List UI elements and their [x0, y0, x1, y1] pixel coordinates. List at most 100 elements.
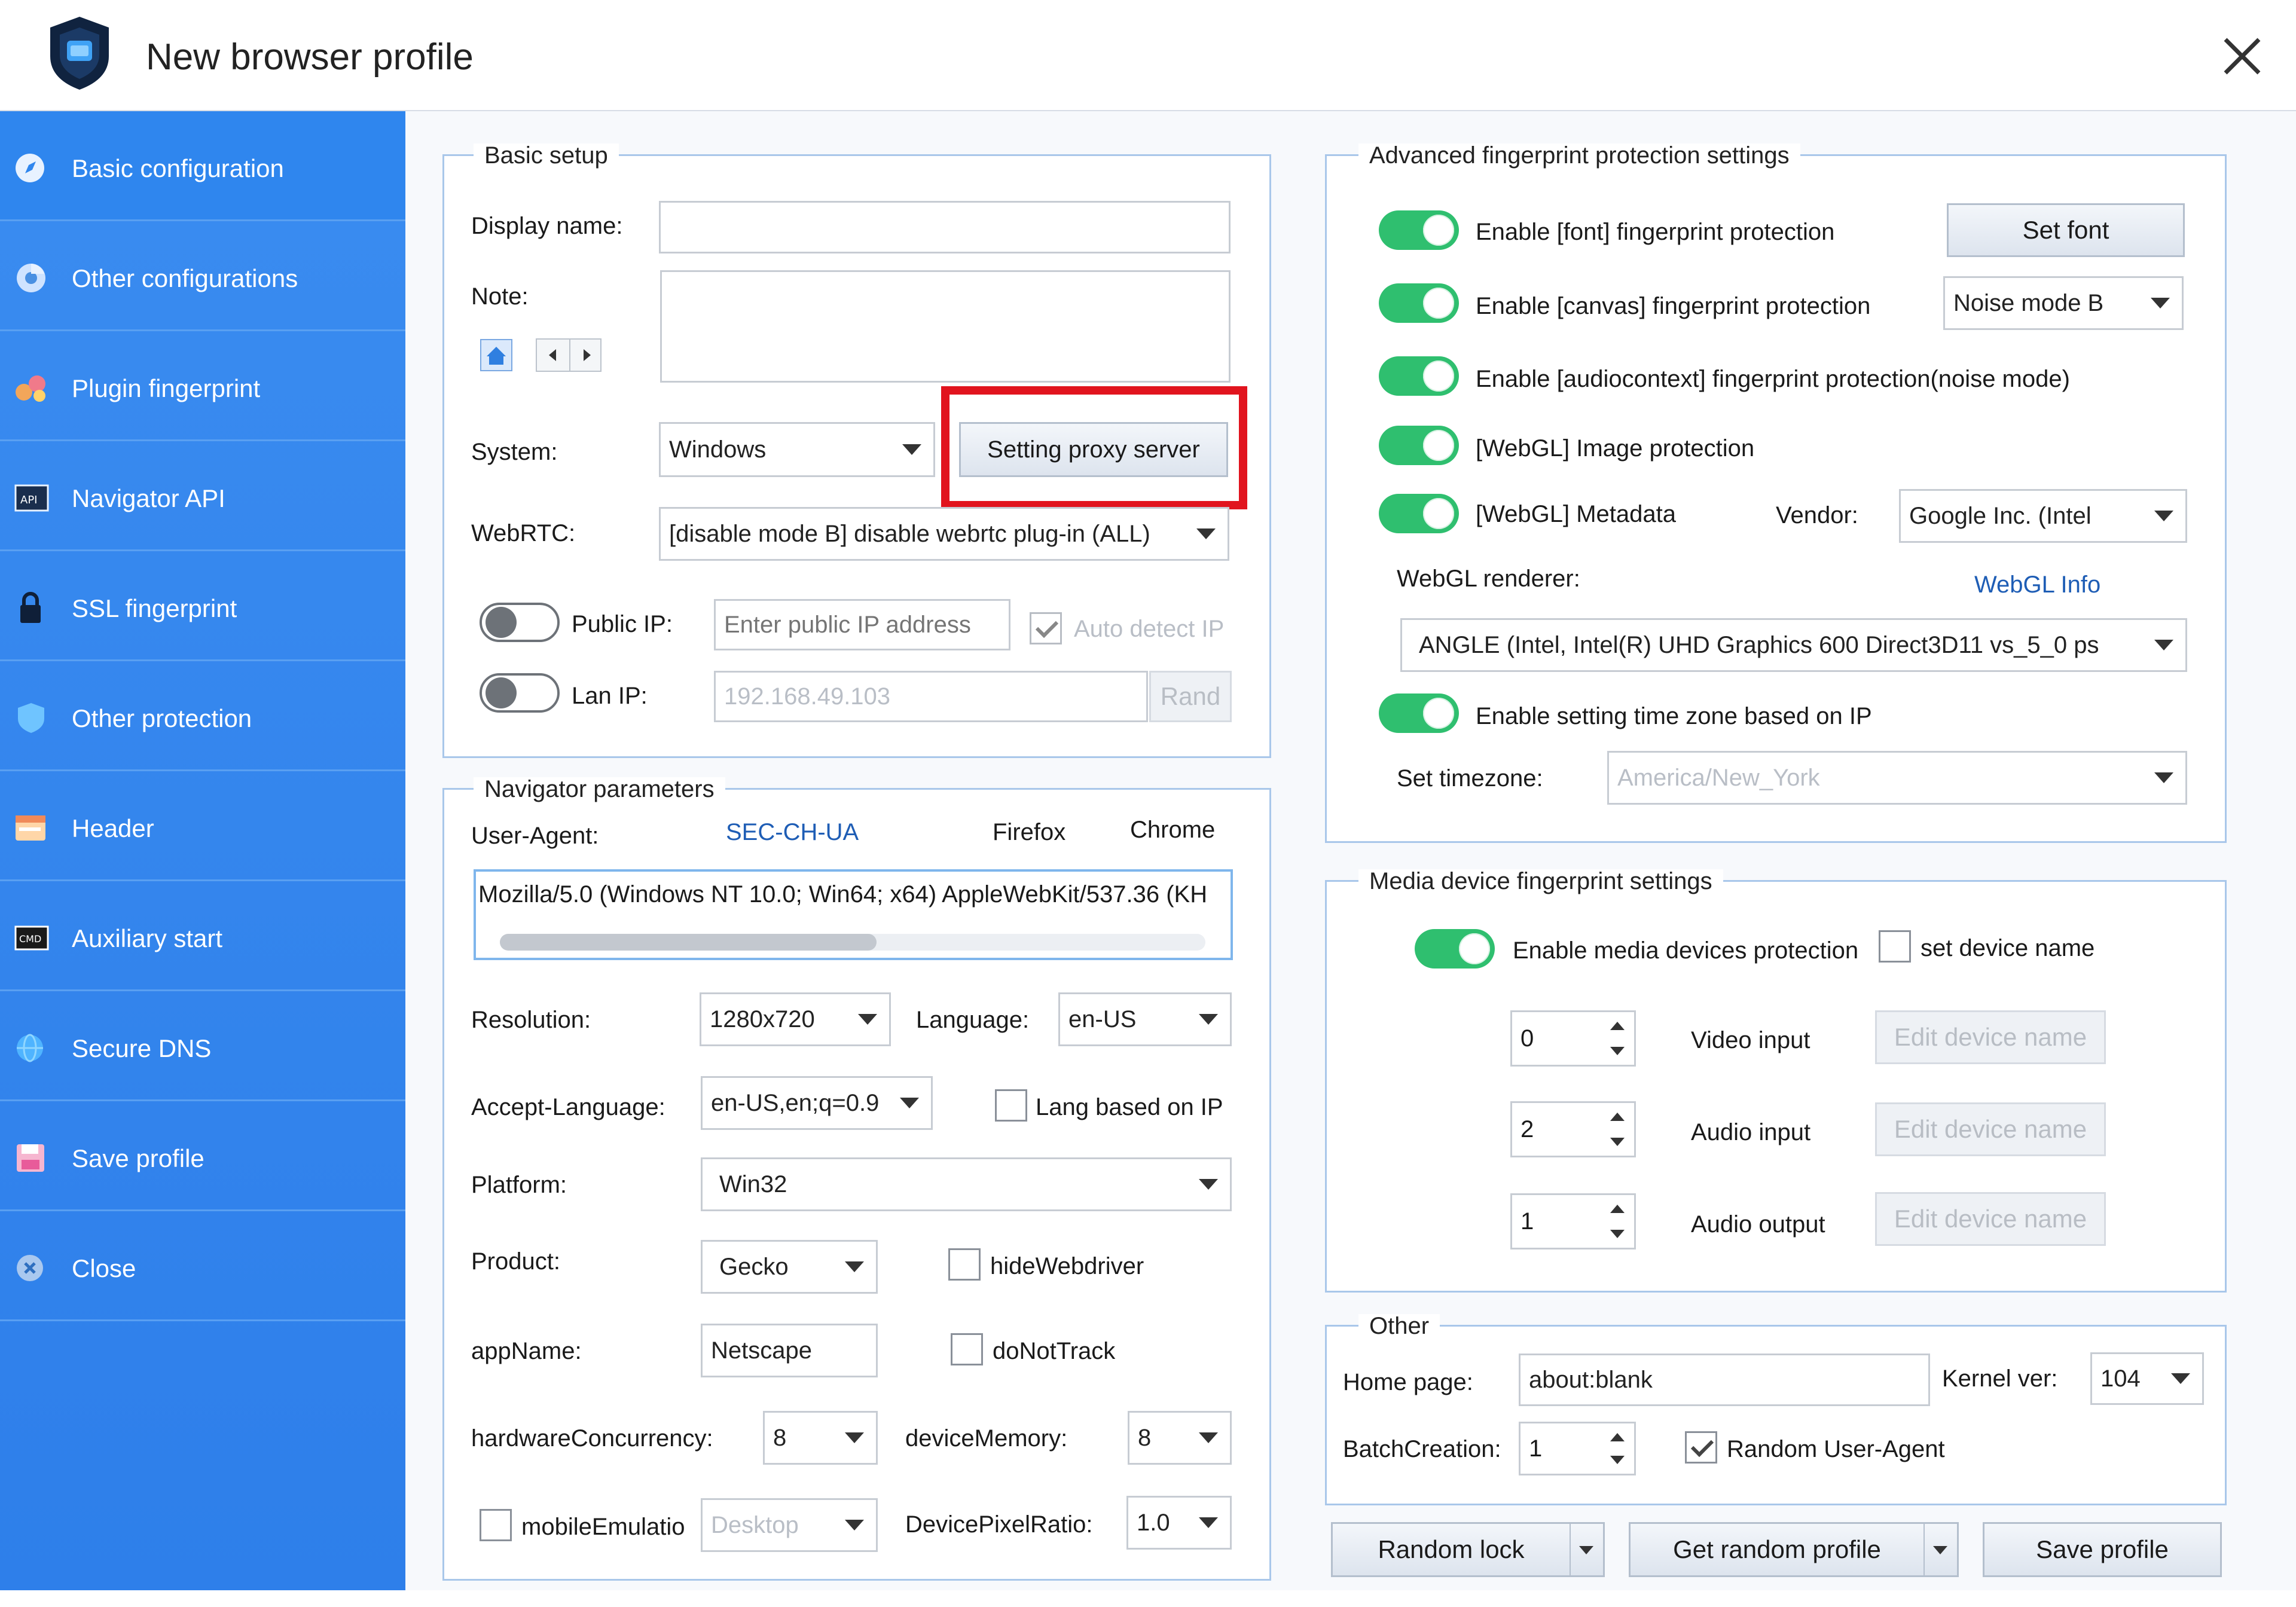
chevron-down-icon[interactable]: [1923, 1524, 1957, 1575]
set-device-name-checkbox[interactable]: [1879, 930, 1911, 963]
timezone-toggle[interactable]: [1379, 693, 1459, 733]
kernel-ver-select[interactable]: 104: [2090, 1352, 2204, 1405]
chevron-down-icon[interactable]: [1570, 1524, 1603, 1575]
webgl-info-link[interactable]: WebGL Info: [1974, 573, 2100, 597]
device-pixel-ratio-select[interactable]: 1.0: [1126, 1496, 1232, 1550]
set-timezone-label: Set timezone:: [1397, 765, 1543, 792]
video-input-stepper[interactable]: 0: [1510, 1010, 1636, 1067]
chevron-up-icon[interactable]: [1610, 1205, 1625, 1213]
close-window-button[interactable]: [2212, 26, 2272, 86]
mobile-emulation-select[interactable]: Desktop: [701, 1498, 878, 1552]
sidebar-item-close[interactable]: Close: [0, 1211, 405, 1321]
vendor-select[interactable]: Google Inc. (Intel: [1899, 489, 2187, 543]
audiocontext-protection-toggle[interactable]: [1379, 356, 1459, 396]
canvas-mode-select[interactable]: Noise mode B: [1943, 276, 2184, 330]
edit-video-device-name-button[interactable]: Edit device name: [1875, 1010, 2106, 1064]
mobile-emulation-value: Desktop: [711, 1511, 799, 1538]
note-textarea[interactable]: [660, 270, 1231, 383]
chevron-down-icon[interactable]: [1610, 1456, 1625, 1464]
hide-webdriver-checkbox[interactable]: [948, 1248, 981, 1281]
chevron-down-icon[interactable]: [1610, 1230, 1625, 1238]
sidebar-item-other-protection[interactable]: Other protection: [0, 661, 405, 771]
video-input-label: Video input: [1691, 1027, 1810, 1053]
sidebar-item-basic-configuration[interactable]: Basic configuration: [0, 111, 405, 221]
media-devices-toggle[interactable]: [1415, 929, 1495, 969]
auto-detect-ip-checkbox[interactable]: [1030, 612, 1062, 644]
product-select[interactable]: Gecko: [701, 1240, 878, 1294]
resolution-value: 1280x720: [710, 1006, 815, 1032]
audio-output-stepper[interactable]: 1: [1510, 1193, 1636, 1249]
canvas-protection-toggle[interactable]: [1379, 283, 1459, 323]
system-label: System:: [471, 439, 558, 465]
sidebar-item-navigator-api[interactable]: API Navigator API: [0, 441, 405, 551]
sidebar-item-secure-dns[interactable]: Secure DNS: [0, 991, 405, 1101]
sidebar-item-other-configurations[interactable]: Other configurations: [0, 221, 405, 331]
lan-ip-toggle[interactable]: [480, 673, 560, 713]
home-icon[interactable]: [478, 337, 514, 373]
webgl-renderer-select[interactable]: ANGLE (Intel, Intel(R) UHD Graphics 600 …: [1400, 618, 2187, 672]
sidebar-item-auxiliary-start[interactable]: CMD Auxiliary start: [0, 881, 405, 991]
language-select[interactable]: en-US: [1058, 992, 1232, 1046]
hardware-concurrency-select[interactable]: 8: [763, 1411, 878, 1465]
media-devices-label: Enable media devices protection: [1513, 937, 1859, 964]
lan-ip-input[interactable]: 192.168.49.103: [714, 671, 1148, 722]
hardware-concurrency-label: hardwareConcurrency:: [471, 1425, 713, 1452]
chevron-up-icon[interactable]: [1610, 1113, 1625, 1121]
timezone-value: America/New_York: [1617, 764, 1820, 791]
audio-input-stepper[interactable]: 2: [1510, 1101, 1636, 1157]
rand-button[interactable]: Rand: [1149, 671, 1232, 722]
firefox-option[interactable]: Firefox: [993, 820, 1065, 844]
home-page-input[interactable]: about:blank: [1519, 1354, 1930, 1406]
font-protection-toggle[interactable]: [1379, 210, 1459, 250]
webrtc-value: [disable mode B] disable webrtc plug-in …: [669, 520, 1150, 547]
appname-input[interactable]: Netscape: [701, 1324, 878, 1377]
sidebar-item-ssl-fingerprint[interactable]: SSL fingerprint: [0, 551, 405, 661]
chevron-up-icon[interactable]: [1610, 1022, 1625, 1030]
random-lock-button[interactable]: Random lock: [1331, 1522, 1605, 1577]
accept-language-select[interactable]: en-US,en;q=0.9: [701, 1076, 933, 1130]
random-user-agent-checkbox[interactable]: [1685, 1431, 1717, 1464]
save-profile-button[interactable]: Save profile: [1983, 1522, 2222, 1577]
audiocontext-protection-label: Enable [audiocontext] fingerprint protec…: [1476, 366, 2070, 392]
edit-audio-output-name-button[interactable]: Edit device name: [1875, 1192, 2106, 1246]
platform-select[interactable]: Win32: [701, 1157, 1232, 1211]
arrow-right-icon[interactable]: [570, 340, 603, 371]
public-ip-toggle[interactable]: [480, 603, 560, 642]
webgl-metadata-toggle[interactable]: [1379, 494, 1459, 533]
sidebar-item-plugin-fingerprint[interactable]: Plugin fingerprint: [0, 331, 405, 441]
webrtc-select[interactable]: [disable mode B] disable webrtc plug-in …: [659, 507, 1229, 561]
sidebar-item-label: Navigator API: [72, 484, 225, 512]
sec-ch-ua-link[interactable]: SEC-CH-UA: [726, 820, 859, 844]
arrow-left-icon[interactable]: [537, 340, 569, 371]
chevron-up-icon[interactable]: [1610, 1433, 1625, 1441]
do-not-track-checkbox[interactable]: [951, 1333, 983, 1365]
mobile-emulation-checkbox[interactable]: [480, 1509, 512, 1541]
note-label: Note:: [471, 283, 529, 310]
chevron-down-icon: [2151, 298, 2170, 308]
set-font-button[interactable]: Set font: [1947, 203, 2185, 257]
sidebar-item-label: Save profile: [72, 1144, 204, 1172]
chevron-down-icon: [2154, 511, 2173, 521]
sidebar-item-label: Secure DNS: [72, 1034, 212, 1062]
batch-creation-stepper[interactable]: 1: [1519, 1422, 1636, 1475]
lang-based-on-ip-checkbox[interactable]: [995, 1089, 1027, 1122]
language-label: Language:: [916, 1007, 1030, 1033]
resolution-select[interactable]: 1280x720: [700, 992, 891, 1046]
batch-creation-value: 1: [1529, 1435, 1543, 1462]
device-memory-select[interactable]: 8: [1128, 1411, 1232, 1465]
chevron-down-icon[interactable]: [1610, 1047, 1625, 1055]
edit-audio-input-name-button[interactable]: Edit device name: [1875, 1102, 2106, 1156]
get-random-profile-button[interactable]: Get random profile: [1629, 1522, 1959, 1577]
user-agent-textarea[interactable]: Mozilla/5.0 (Windows NT 10.0; Win64; x64…: [474, 869, 1233, 960]
timezone-select[interactable]: America/New_York: [1607, 751, 2187, 805]
display-name-input[interactable]: [659, 201, 1231, 253]
webgl-image-toggle[interactable]: [1379, 426, 1459, 465]
public-ip-input[interactable]: [714, 599, 1010, 650]
chrome-option[interactable]: Chrome: [1130, 818, 1215, 842]
system-select[interactable]: Windows: [659, 422, 935, 477]
scrollbar-thumb[interactable]: [500, 934, 877, 951]
horizontal-scrollbar[interactable]: [500, 934, 1205, 951]
sidebar-item-header[interactable]: Header: [0, 771, 405, 881]
chevron-down-icon[interactable]: [1610, 1138, 1625, 1146]
sidebar-item-save-profile[interactable]: Save profile: [0, 1101, 405, 1211]
